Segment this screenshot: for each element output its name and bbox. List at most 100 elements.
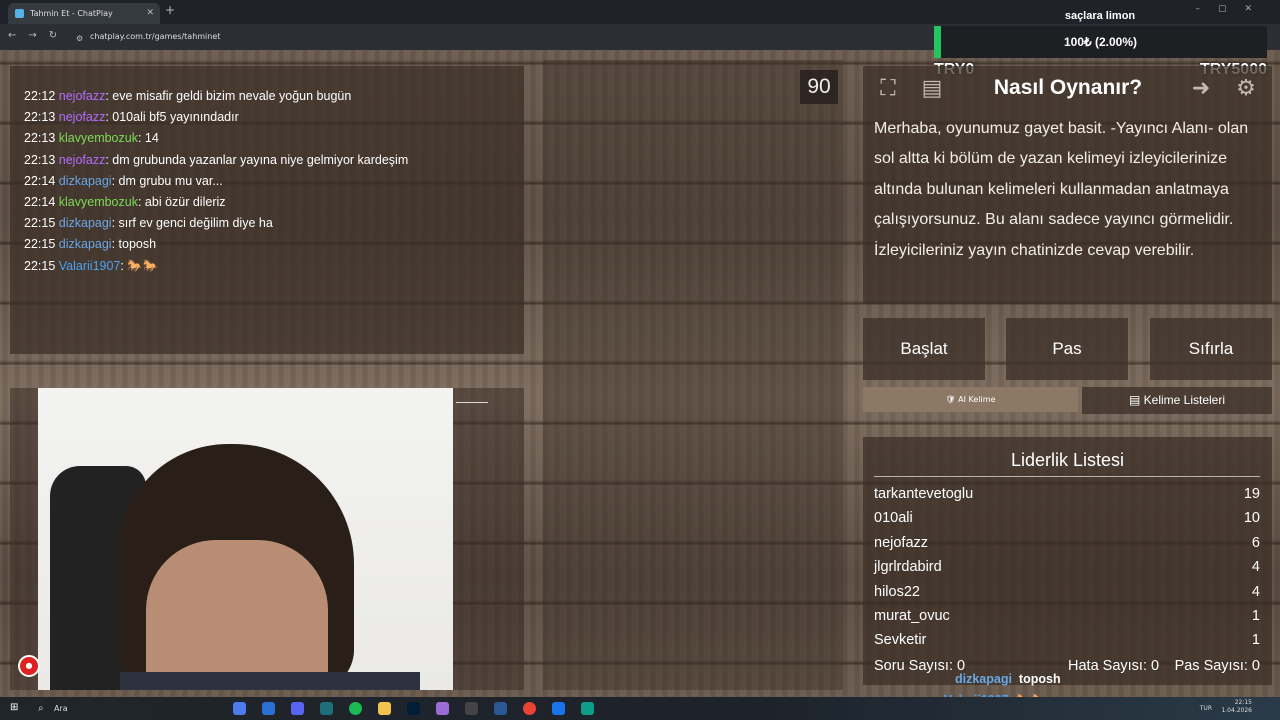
windows-start-icon[interactable]: ⊞ — [10, 702, 18, 713]
discord-icon[interactable] — [291, 702, 304, 715]
how-to-title: Nasıl Oynanır? — [993, 76, 1143, 99]
chat-timestamp: 22:14 — [24, 173, 56, 188]
word-lists-button[interactable]: ▤ Kelime Listeleri — [1082, 387, 1272, 414]
new-tab-icon[interactable]: + — [165, 3, 175, 17]
chat-username[interactable]: klavyembozuk — [59, 131, 138, 145]
chat-username[interactable]: nejofazz — [59, 153, 106, 167]
leaderboard-score: 1 — [1251, 607, 1260, 624]
question-count: Soru Sayısı: 0 — [874, 658, 966, 674]
record-icon[interactable]: ● — [18, 655, 40, 677]
pass-count: Pas Sayısı: 0 — [1174, 658, 1260, 674]
word-panel — [543, 60, 843, 690]
chat-username[interactable]: nejofazz — [59, 110, 106, 124]
chat-username[interactable]: dizkapagi — [59, 237, 112, 251]
leaderboard-score: 6 — [1251, 534, 1260, 551]
leaderboard-score: 4 — [1251, 583, 1260, 600]
leaderboard-row: hilos22 4 — [874, 580, 1260, 604]
leaderboard-name: hilos22 — [874, 583, 920, 600]
chat-text: : dm grubunda yazanlar yayına niye gelmi… — [105, 152, 409, 167]
notes-icon[interactable]: ▤ — [917, 74, 947, 104]
game-stats: Soru Sayısı: 0 Hata Sayısı: 0 Pas Sayısı… — [874, 654, 1260, 678]
chat-username[interactable]: Valarii1907 — [59, 259, 121, 273]
app-icon[interactable] — [436, 702, 449, 715]
chat-timestamp: 22:12 — [24, 89, 56, 103]
site-info-icon[interactable]: ⚙ — [76, 31, 83, 46]
chat-timestamp: 22:14 — [24, 195, 56, 210]
taskbar-search[interactable]: ⌕ Ara — [34, 700, 184, 717]
spotify-icon[interactable] — [349, 702, 362, 715]
photoshop-icon[interactable] — [407, 702, 420, 715]
leaderboard-score: 4 — [1251, 559, 1260, 576]
chat-message: 22:15 dizkapagi: toposh — [24, 234, 524, 255]
chat-username[interactable]: nejofazz — [59, 89, 106, 103]
chat-timestamp: 22:13 — [24, 131, 56, 146]
exit-icon[interactable]: ➜ — [1186, 74, 1216, 104]
language-indicator[interactable]: TUR — [1200, 705, 1212, 712]
leaderboard-score: 10 — [1243, 510, 1260, 527]
app-icon[interactable] — [552, 702, 565, 715]
webcam-person-shirt — [120, 672, 420, 690]
window-controls[interactable]: –▢✕ — [1195, 4, 1270, 14]
close-tab-icon[interactable]: ✕ — [146, 3, 154, 24]
leaderboard-name: nejofazz — [874, 534, 929, 551]
chat-text: : eve misafir geldi bizim nevale yoğun b… — [105, 89, 352, 103]
chat-text: : dm grubu mu var... — [111, 173, 223, 188]
chat-overlay-message: dizkapagi toposh — [955, 672, 1061, 686]
ai-word-button[interactable]: 🛡 AI Kelime — [863, 387, 1078, 412]
leaderboard-name: 010ali — [874, 510, 913, 527]
gear-icon[interactable]: ⚙ — [1231, 74, 1261, 104]
leaderboard-name: murat_ovuc — [874, 607, 950, 624]
round-timer: 90 — [800, 70, 838, 104]
chat-timestamp: 22:13 — [24, 152, 56, 167]
camera-divider — [456, 402, 488, 403]
leaderboard-row: murat_ovuc 1 — [874, 604, 1260, 628]
chat-timestamp: 22:15 — [24, 258, 56, 273]
url-field[interactable]: ⚙ chatplay.com.tr/games/tahminet — [74, 29, 220, 44]
chat-username[interactable]: dizkapagi — [59, 216, 112, 230]
webcam-person-face — [146, 540, 328, 690]
error-count: Hata Sayısı: 0 — [1068, 658, 1160, 674]
app-icon[interactable] — [465, 702, 478, 715]
leaderboard-name: Sevketir — [874, 632, 927, 649]
leaderboard-row: 010ali 10 — [874, 506, 1260, 530]
leaderboard-rows: tarkantevetoglu 19 010ali 10 nejofazz 6 jlgrlr… — [874, 482, 1260, 653]
goal-title: saçlara limon — [1064, 10, 1136, 22]
chat-text: : 🐎🐎 — [120, 258, 159, 273]
chat-message: 22:14 klavyembozuk: abi özür dileriz — [24, 192, 524, 213]
pass-button[interactable]: Pas — [1006, 318, 1128, 380]
leaderboard-row: nejofazz 6 — [874, 531, 1260, 555]
chat-username[interactable]: klavyembozuk — [59, 195, 138, 209]
nav-buttons[interactable]: ←→↻ — [8, 30, 69, 41]
overlay-user: dizkapagi — [955, 672, 1012, 686]
start-button[interactable]: Başlat — [863, 318, 985, 380]
browser-tab[interactable]: Tahmin Et - ChatPlay ✕ — [8, 3, 160, 24]
leaderboard-title: Liderlik Listesi — [1010, 450, 1125, 470]
app-icon[interactable] — [494, 702, 507, 715]
leaderboard-score: 19 — [1243, 486, 1260, 502]
overlay-text: toposh — [1018, 672, 1061, 686]
store-icon[interactable] — [262, 702, 275, 715]
word-lists-label: Kelime Listeleri — [1143, 393, 1226, 407]
copilot-icon[interactable] — [233, 702, 246, 715]
chat-text: : 010ali bf5 yayınındadır — [105, 110, 239, 125]
chat-message: 22:14 dizkapagi: dm grubu mu var... — [24, 171, 524, 192]
leaderboard-name: tarkantevetoglu — [874, 486, 974, 502]
app-icon[interactable] — [581, 702, 594, 715]
reset-button[interactable]: Sıfırla — [1150, 318, 1272, 380]
leaderboard-row: jlgrlrdabird 4 — [874, 555, 1260, 579]
clock[interactable]: 22:15 1.04.2026 — [1221, 699, 1252, 715]
fullscreen-icon[interactable]: ⛶ — [873, 74, 903, 104]
chat-timestamp: 22:13 — [24, 110, 56, 125]
how-to-text: Merhaba, oyunumuz gayet basit. -Yayıncı … — [874, 120, 1249, 259]
chat-message: 22:13 klavyembozuk: 14 — [24, 128, 524, 149]
search-icon: ⌕ — [38, 703, 44, 714]
chrome-icon[interactable] — [523, 702, 536, 715]
chat-message: 22:13 nejofazz: 010ali bf5 yayınındadır — [24, 107, 524, 128]
folder-icon[interactable] — [378, 702, 391, 715]
leaderboard-row: tarkantevetoglu 19 — [874, 482, 1260, 506]
app-icon[interactable] — [320, 702, 333, 715]
chat-username[interactable]: dizkapagi — [59, 174, 112, 188]
goal-progress-text: 100₺ (2.00%) — [1063, 35, 1137, 49]
leaderboard-row: Sevketir 1 — [874, 628, 1260, 652]
chatplay-favicon-icon — [15, 9, 24, 18]
